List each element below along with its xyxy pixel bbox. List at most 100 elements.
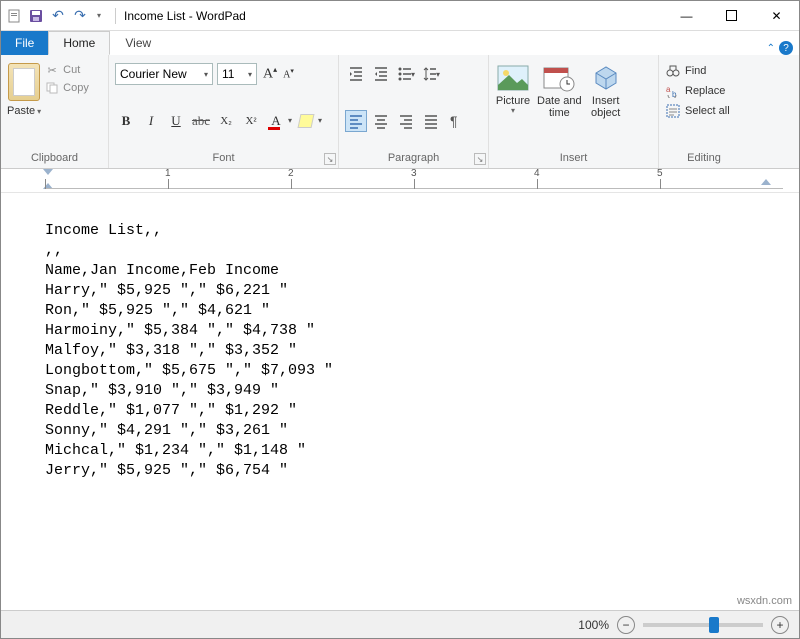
group-font: Courier New ▾ 11 ▾ A▴ A▾ B I U abc X₂ X²… bbox=[109, 55, 339, 168]
insert-object-button[interactable]: Insert object bbox=[588, 63, 624, 119]
ruler-mark: 5 bbox=[657, 169, 663, 179]
selectall-label: Select all bbox=[685, 105, 730, 117]
paste-icon bbox=[8, 63, 40, 101]
svg-text:a: a bbox=[666, 85, 671, 94]
align-right-button[interactable] bbox=[395, 110, 417, 132]
grow-font-button[interactable]: A▴ bbox=[261, 65, 279, 83]
bold-button[interactable]: B bbox=[115, 110, 137, 132]
font-color-button[interactable]: A bbox=[265, 110, 287, 132]
group-clipboard: Paste▾ ✂ Cut Copy Clipboard bbox=[1, 55, 109, 168]
zoom-in-button[interactable]: + bbox=[771, 616, 789, 634]
window-title: Income List - WordPad bbox=[122, 9, 664, 23]
justify-button[interactable] bbox=[420, 110, 442, 132]
ruler-mark: 2 bbox=[288, 169, 294, 179]
paragraph-dialog-launcher[interactable]: ↘ bbox=[474, 153, 486, 165]
ruler[interactable]: 1 2 3 4 5 bbox=[1, 169, 799, 193]
find-label: Find bbox=[685, 65, 706, 77]
font-size-combo[interactable]: 11 ▾ bbox=[217, 63, 257, 85]
font-size-value: 11 bbox=[222, 67, 234, 81]
bullets-button[interactable]: ▾ bbox=[395, 63, 417, 85]
italic-button[interactable]: I bbox=[140, 110, 162, 132]
paragraph-group-label: Paragraph bbox=[345, 152, 482, 168]
svg-text:b: b bbox=[672, 90, 677, 98]
object-icon bbox=[588, 63, 624, 93]
font-name-value: Courier New bbox=[120, 67, 187, 81]
underline-button[interactable]: U bbox=[165, 110, 187, 132]
datetime-label2: time bbox=[549, 107, 570, 119]
insert-group-label: Insert bbox=[495, 152, 652, 168]
align-left-button[interactable] bbox=[345, 110, 367, 132]
object-label1: Insert bbox=[592, 95, 620, 107]
zoom-value: 100% bbox=[578, 618, 609, 632]
tab-view[interactable]: View bbox=[110, 31, 166, 55]
zoom-out-button[interactable]: − bbox=[617, 616, 635, 634]
document-area[interactable]: Income List,, ,, Name,Jan Income,Feb Inc… bbox=[1, 193, 799, 610]
quick-access-toolbar: ↶ ↷ ▾ bbox=[1, 7, 109, 25]
calendar-icon bbox=[541, 63, 577, 93]
font-dialog-launcher[interactable]: ↘ bbox=[324, 153, 336, 165]
copy-button[interactable]: Copy bbox=[45, 81, 89, 95]
replace-label: Replace bbox=[685, 85, 725, 97]
group-editing: Find ab Replace Select all Editing bbox=[659, 55, 749, 168]
select-all-icon bbox=[665, 103, 681, 119]
collapse-ribbon-icon[interactable]: ⌃ bbox=[767, 43, 775, 54]
paste-button[interactable]: Paste▾ bbox=[7, 59, 41, 117]
find-button[interactable]: Find bbox=[665, 63, 743, 79]
shrink-font-button[interactable]: A▾ bbox=[281, 67, 296, 80]
ribbon-tabs: File Home View ⌃ ? bbox=[1, 31, 799, 55]
help-icon[interactable]: ? bbox=[779, 41, 793, 55]
superscript-button[interactable]: X² bbox=[240, 110, 262, 132]
ruler-mark: 4 bbox=[534, 169, 540, 179]
editing-group-label: Editing bbox=[665, 152, 743, 168]
tab-file[interactable]: File bbox=[1, 31, 48, 55]
qat-customize-icon[interactable]: ▾ bbox=[93, 11, 105, 20]
watermark: wsxdn.com bbox=[737, 595, 792, 607]
save-icon[interactable] bbox=[27, 7, 45, 25]
replace-icon: ab bbox=[665, 83, 681, 99]
replace-button[interactable]: ab Replace bbox=[665, 83, 743, 99]
minimize-button[interactable]: — bbox=[664, 1, 709, 31]
align-center-button[interactable] bbox=[370, 110, 392, 132]
status-bar: 100% − + bbox=[1, 610, 799, 638]
cut-label: Cut bbox=[63, 64, 80, 76]
ruler-mark: 1 bbox=[165, 169, 171, 179]
insert-datetime-button[interactable]: Date and time bbox=[537, 63, 582, 119]
right-indent-marker[interactable] bbox=[761, 179, 771, 185]
copy-icon bbox=[45, 81, 59, 95]
paragraph-mark-button[interactable]: ¶ bbox=[445, 110, 467, 132]
binoculars-icon bbox=[665, 63, 681, 79]
chevron-down-icon[interactable]: ▾ bbox=[288, 116, 292, 125]
copy-label: Copy bbox=[63, 82, 89, 94]
tab-home[interactable]: Home bbox=[48, 31, 110, 55]
undo-icon[interactable]: ↶ bbox=[49, 7, 67, 25]
chevron-down-icon: ▾ bbox=[204, 70, 208, 79]
zoom-slider[interactable] bbox=[643, 623, 763, 627]
strikethrough-button[interactable]: abc bbox=[190, 110, 212, 132]
ruler-mark: 3 bbox=[411, 169, 417, 179]
subscript-button[interactable]: X₂ bbox=[215, 110, 237, 132]
picture-icon bbox=[495, 63, 531, 93]
redo-icon[interactable]: ↷ bbox=[71, 7, 89, 25]
maximize-button[interactable] bbox=[709, 1, 754, 31]
paste-label: Paste bbox=[7, 105, 35, 117]
object-label2: object bbox=[591, 107, 620, 119]
close-button[interactable]: ✕ bbox=[754, 1, 799, 31]
document-text[interactable]: Income List,, ,, Name,Jan Income,Feb Inc… bbox=[45, 221, 799, 481]
doc-menu-icon[interactable] bbox=[5, 7, 23, 25]
increase-indent-button[interactable] bbox=[370, 63, 392, 85]
zoom-slider-thumb[interactable] bbox=[709, 617, 719, 633]
insert-picture-button[interactable]: Picture ▾ bbox=[495, 63, 531, 116]
separator bbox=[115, 8, 116, 24]
clipboard-group-label: Clipboard bbox=[7, 152, 102, 168]
line-spacing-button[interactable]: ▾ bbox=[420, 63, 442, 85]
ribbon: Paste▾ ✂ Cut Copy Clipboard Courier New … bbox=[1, 55, 799, 169]
cut-button[interactable]: ✂ Cut bbox=[45, 63, 89, 77]
chevron-down-icon[interactable]: ▾ bbox=[318, 116, 322, 125]
font-name-combo[interactable]: Courier New ▾ bbox=[115, 63, 213, 85]
select-all-button[interactable]: Select all bbox=[665, 103, 743, 119]
font-group-label: Font bbox=[115, 152, 332, 168]
scissors-icon: ✂ bbox=[45, 63, 59, 77]
decrease-indent-button[interactable] bbox=[345, 63, 367, 85]
group-insert: Picture ▾ Date and time Insert object In… bbox=[489, 55, 659, 168]
highlight-button[interactable] bbox=[295, 110, 317, 132]
